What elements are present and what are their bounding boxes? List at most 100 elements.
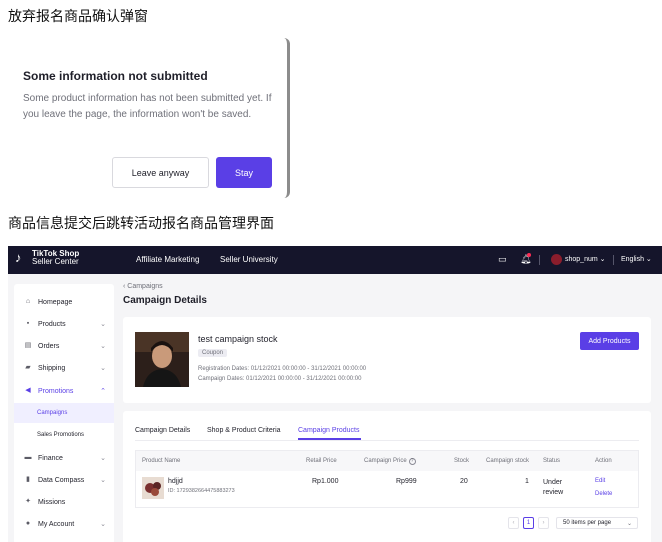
- chevron-down-icon: ⌄: [100, 365, 106, 372]
- caption-modal: 放弃报名商品确认弹窗: [8, 9, 148, 25]
- chevron-down-icon: ⌄: [100, 521, 106, 528]
- product-name: hdjjd: [168, 478, 183, 485]
- sidebar-item-shipping[interactable]: ▰ Shipping ⌄: [14, 357, 114, 379]
- sidebar-subitem-campaigns[interactable]: Campaigns: [14, 403, 114, 423]
- stock-value: 20: [460, 478, 468, 485]
- status-badge: Under review: [543, 479, 564, 496]
- sidebar-item-label: Homepage: [38, 298, 73, 306]
- next-page-button[interactable]: ›: [538, 517, 549, 529]
- registration-dates: Registration Dates: 01/12/2021 00:00:00 …: [198, 366, 367, 372]
- mission-icon: ✦: [25, 498, 31, 505]
- tab-campaign-details[interactable]: Campaign Details: [135, 427, 190, 434]
- campaign-dates: Campaign Dates: 01/12/2021 00:00:00 - 31…: [198, 376, 362, 382]
- sidebar-item-label: Finance: [38, 454, 63, 462]
- header-campaign-stock: Campaign stock: [486, 458, 530, 464]
- divider: [539, 255, 540, 265]
- nav-seller-university[interactable]: Seller University: [220, 255, 278, 264]
- header-status: Status: [543, 458, 561, 464]
- page-size-value: 50 items per page: [563, 520, 612, 526]
- chevron-down-icon: ⌄: [100, 343, 106, 350]
- divider: [613, 255, 614, 265]
- product-thumbnail: [142, 477, 164, 499]
- campaign-stock-value: 1: [525, 478, 529, 485]
- seller-center-app: ♪ TikTok Shop Seller Center Affiliate Ma…: [8, 246, 662, 542]
- header-campaign-price: Campaign Price?: [364, 458, 416, 465]
- header-retail-price: Retail Price: [306, 458, 337, 464]
- campaign-name: test campaign stock: [198, 334, 278, 344]
- header-stock: Stock: [454, 458, 470, 464]
- sidebar-item-label: Shipping: [38, 364, 66, 372]
- sidebar: ⌂ Homepage ▪ Products ⌄ ▤ Orders ⌄ ▰ Shi…: [14, 284, 114, 542]
- user-icon: ●: [25, 520, 31, 527]
- sidebar-item-label: My Account: [38, 520, 75, 528]
- sidebar-item-data-compass[interactable]: ▮ Data Compass ⌄: [14, 469, 114, 491]
- tiktok-shop-logo[interactable]: ♪ TikTok Shop Seller Center: [15, 250, 79, 266]
- sidebar-item-label: Data Compass: [38, 476, 85, 484]
- sidebar-item-products[interactable]: ▪ Products ⌄: [14, 313, 114, 335]
- add-products-button[interactable]: Add Products: [580, 332, 639, 350]
- sidebar-item-promotions[interactable]: ◀ Promotions ⌃: [14, 380, 114, 402]
- page-title: Campaign Details: [123, 295, 207, 306]
- breadcrumb[interactable]: ‹ Campaigns: [123, 283, 163, 290]
- wallet-icon: ▬: [24, 454, 32, 461]
- sidebar-subitem-sales-promotions[interactable]: Sales Promotions: [14, 425, 114, 445]
- tab-divider: [135, 440, 639, 441]
- info-icon[interactable]: ?: [408, 458, 416, 465]
- chat-icon[interactable]: ▭: [498, 254, 507, 265]
- campaign-summary-card: test campaign stock Coupon Registration …: [123, 317, 651, 403]
- logo-line-2: Seller Center: [32, 257, 79, 266]
- sidebar-item-label: Promotions: [38, 387, 74, 395]
- table-header: Product Name Retail Price Campaign Price…: [136, 451, 638, 471]
- stay-button[interactable]: Stay: [216, 157, 272, 188]
- previous-page-button[interactable]: ‹: [508, 517, 519, 529]
- caption-campaign-page: 商品信息提交后跳转活动报名商品管理界面: [8, 216, 274, 232]
- sidebar-item-orders[interactable]: ▤ Orders ⌄: [14, 335, 114, 357]
- edit-link[interactable]: Edit: [595, 478, 605, 484]
- product-id: ID: 1729382664475883273: [168, 488, 235, 494]
- shop-name-menu[interactable]: shop_num ⌄: [565, 255, 606, 263]
- sidebar-item-homepage[interactable]: ⌂ Homepage: [14, 291, 114, 313]
- nav-affiliate-marketing[interactable]: Affiliate Marketing: [136, 255, 199, 264]
- header-action: Action: [595, 458, 612, 464]
- tab-campaign-products[interactable]: Campaign Products: [298, 427, 359, 434]
- leave-anyway-button[interactable]: Leave anyway: [112, 157, 209, 188]
- header-product-name: Product Name: [142, 458, 181, 464]
- truck-icon: ▰: [25, 364, 31, 371]
- sidebar-item-label: Orders: [38, 342, 60, 350]
- confirm-modal: Some information not submitted Some prod…: [8, 38, 290, 198]
- sidebar-item-label: Missions: [38, 498, 66, 506]
- chevron-down-icon: ⌄: [626, 520, 632, 527]
- megaphone-icon: ◀: [25, 387, 31, 394]
- sidebar-item-my-account[interactable]: ● My Account ⌄: [14, 513, 114, 535]
- page-number-button[interactable]: 1: [523, 517, 534, 529]
- orders-icon: ▤: [24, 342, 32, 349]
- modal-title: Some information not submitted: [23, 69, 208, 83]
- modal-message: Some product information has not been su…: [23, 93, 272, 120]
- sidebar-item-finance[interactable]: ▬ Finance ⌄: [14, 447, 114, 469]
- campaign-products-card: Campaign Details Shop & Product Criteria…: [123, 411, 651, 542]
- chevron-down-icon: ⌄: [100, 321, 106, 328]
- chevron-down-icon: ⌄: [100, 455, 106, 462]
- retail-price: Rp1.000: [312, 478, 339, 485]
- campaign-price: Rp999: [396, 478, 417, 485]
- campaign-type-tag: Coupon: [198, 349, 228, 357]
- delete-link[interactable]: Delete: [595, 491, 612, 497]
- shop-avatar[interactable]: [551, 254, 562, 265]
- chart-icon: ▮: [26, 476, 30, 483]
- sidebar-item-missions[interactable]: ✦ Missions: [14, 491, 114, 513]
- campaign-products-table: Product Name Retail Price Campaign Price…: [135, 450, 639, 508]
- page-size-select[interactable]: 50 items per page ⌄: [556, 517, 638, 529]
- table-row: hdjjd ID: 1729382664475883273 Rp1.000 Rp…: [136, 471, 638, 507]
- tab-shop-product-criteria[interactable]: Shop & Product Criteria: [207, 427, 281, 434]
- chevron-up-icon: ⌃: [100, 388, 106, 395]
- notification-dot: [527, 253, 531, 257]
- header-campaign-price-label: Campaign Price: [364, 458, 407, 464]
- campaign-image: [135, 332, 189, 387]
- tiktok-logo-icon: ♪: [15, 250, 22, 265]
- language-selector[interactable]: English ⌄: [621, 255, 652, 263]
- home-icon: ⌂: [25, 298, 31, 305]
- chevron-down-icon: ⌄: [100, 477, 106, 484]
- logo-text: TikTok Shop Seller Center: [32, 250, 79, 266]
- sidebar-item-label: Products: [38, 320, 66, 328]
- box-icon: ▪: [26, 320, 30, 327]
